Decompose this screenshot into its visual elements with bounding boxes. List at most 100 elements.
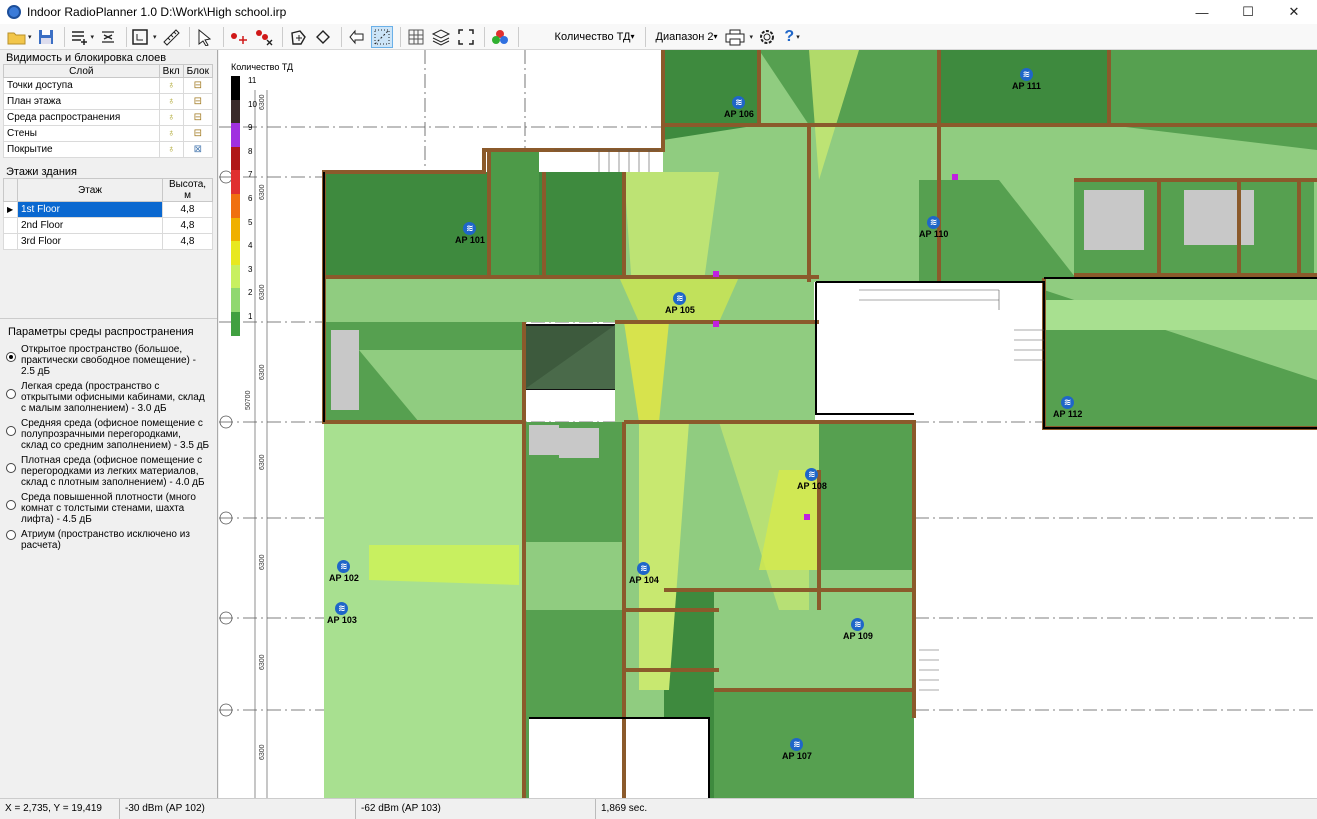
radio-icon[interactable] — [6, 530, 16, 540]
table-row[interactable]: ▶ 1st Floor 4,8 — [3, 201, 213, 218]
grid-dots-icon[interactable] — [370, 25, 393, 48]
open-folder-icon[interactable]: ▾ — [6, 26, 32, 48]
bulb-icon[interactable]: ♁ — [158, 93, 184, 110]
access-point[interactable]: ≋ AP 111 — [1012, 68, 1041, 91]
radio-icon[interactable] — [6, 426, 16, 436]
lock-open-icon[interactable]: ⊟ — [182, 77, 214, 94]
mode-select[interactable]: Количество ТД ▾ — [522, 26, 641, 47]
legend-label: 4 — [248, 241, 253, 251]
table-row[interactable]: Среда распространения ♁ ⊟ — [3, 109, 214, 126]
access-point[interactable]: ≋ AP 106 — [724, 96, 754, 119]
edit-polygon-icon[interactable] — [312, 26, 334, 48]
band-select[interactable]: Диапазон 2 ▾ — [649, 26, 724, 47]
env-option[interactable]: Легкая среда (пространство с открытыми о… — [0, 379, 216, 416]
legend-label: 7 — [248, 170, 253, 180]
bulb-icon[interactable]: ♁ — [158, 125, 184, 142]
access-point[interactable]: ≋ AP 105 — [665, 292, 695, 315]
table-row[interactable]: Покрытие ♁ ⊠ — [3, 141, 214, 158]
chevron-down-icon: ▾ — [713, 32, 718, 41]
access-point[interactable]: ≋ AP 112 — [1053, 396, 1082, 419]
lock-closed-icon[interactable]: ⊠ — [182, 141, 214, 158]
save-icon[interactable] — [35, 26, 57, 48]
fit-icon[interactable] — [455, 26, 477, 48]
table-row[interactable]: Точки доступа ♁ ⊟ — [3, 77, 214, 94]
signal-secondary: -62 dBm (AP 103) — [356, 798, 596, 819]
legend-swatch — [231, 170, 240, 194]
maximize-button[interactable]: ☐ — [1225, 0, 1271, 24]
access-point[interactable]: ≋ AP 101 — [455, 222, 485, 245]
left-panel: Видимость и блокировка слоев Слой Вкл Блок… — [0, 50, 218, 798]
legend-label: 10 — [248, 99, 257, 109]
back-icon[interactable] — [346, 26, 368, 48]
radio-icon[interactable] — [6, 500, 16, 510]
lock-open-icon[interactable]: ⊟ — [182, 93, 214, 110]
select-arrow-icon[interactable] — [194, 26, 216, 48]
legend-label: 3 — [248, 264, 253, 274]
bulb-icon[interactable]: ♁ — [158, 141, 184, 158]
env-option[interactable]: Открытое пространство (большое, практиче… — [0, 342, 216, 379]
table-row[interactable]: Стены ♁ ⊟ — [3, 125, 214, 142]
env-option[interactable]: Средняя среда (офисное помещение с полуп… — [0, 416, 216, 453]
bulb-icon[interactable]: ♁ — [158, 109, 184, 126]
table-row[interactable]: 2nd Floor 4,8 — [3, 217, 213, 234]
wifi-icon: ≋ — [851, 618, 865, 631]
access-point[interactable]: ≋ AP 108 — [797, 468, 827, 491]
radio-icon[interactable] — [6, 389, 16, 399]
access-point[interactable]: ≋ AP 109 — [843, 618, 873, 641]
row-pointer-icon: ▶ — [3, 201, 18, 218]
dimension-label: 6300 — [259, 744, 266, 760]
env-option[interactable]: Плотная среда (офисное помещение с перег… — [0, 453, 216, 490]
add-ap-icon[interactable] — [228, 26, 250, 48]
layers-menu-icon[interactable]: ▾ — [69, 26, 94, 48]
lock-open-icon[interactable]: ⊟ — [182, 109, 214, 126]
dimension-label: 50700 — [245, 390, 252, 410]
distribute-icon[interactable] — [97, 26, 119, 48]
printer-icon[interactable]: ▾ — [724, 26, 753, 48]
add-polygon-icon[interactable] — [287, 26, 309, 48]
ruler-icon[interactable] — [160, 26, 182, 48]
wifi-icon: ≋ — [673, 292, 687, 305]
table-row[interactable]: 3rd Floor 4,8 — [3, 233, 213, 250]
layers-icon[interactable] — [430, 26, 452, 48]
delete-ap-icon[interactable] — [253, 26, 275, 48]
grid-icon[interactable] — [405, 26, 427, 48]
legend-swatch — [231, 288, 240, 312]
color-palette-icon[interactable] — [489, 26, 511, 48]
wifi-icon: ≋ — [637, 562, 651, 575]
close-button[interactable]: ✕ — [1271, 0, 1317, 24]
status-bar: X = 2,735, Y = 19,419 -30 dBm (AP 102) -… — [0, 798, 1317, 819]
env-option[interactable]: Атриум (пространство исключено из расчет… — [0, 527, 216, 553]
minimize-button[interactable]: — — [1179, 0, 1225, 24]
access-point[interactable]: ≋ AP 102 — [329, 560, 359, 583]
env-radio-group: Открытое пространство (большое, практиче… — [0, 342, 216, 553]
access-point[interactable]: ≋ AP 103 — [327, 602, 357, 625]
floor-plan-icon[interactable]: ▾ — [131, 26, 157, 48]
env-option[interactable]: Среда повышенной плотности (много комнат… — [0, 490, 216, 527]
floor-plan-canvas[interactable]: 6300 6300 6300 6300 6300 6300 6300 6300 … — [219, 50, 1317, 798]
radio-selected-icon[interactable] — [6, 352, 16, 362]
bulb-icon[interactable]: ♁ — [158, 77, 184, 94]
col-height: Высота, м — [162, 178, 213, 202]
legend-label: 9 — [248, 123, 253, 133]
wifi-icon: ≋ — [805, 468, 819, 481]
table-row[interactable]: План этажа ♁ ⊟ — [3, 93, 214, 110]
coverage-map: 6300 6300 6300 6300 6300 6300 6300 6300 … — [219, 50, 1317, 798]
help-icon[interactable]: ? ▾ — [781, 26, 803, 48]
signal-primary: -30 dBm (AP 102) — [120, 798, 356, 819]
access-point[interactable]: ≋ AP 104 — [629, 562, 659, 585]
legend-title: Количество ТД — [231, 62, 294, 72]
access-point[interactable]: ≋ AP 110 — [919, 216, 948, 239]
lock-open-icon[interactable]: ⊟ — [182, 125, 214, 142]
legend-label: 11 — [248, 76, 257, 85]
legend-swatch — [231, 264, 240, 289]
access-point[interactable]: ≋ AP 107 — [782, 738, 812, 761]
chevron-down-icon: ▾ — [630, 32, 635, 41]
legend-swatch — [231, 311, 240, 336]
wifi-icon: ≋ — [1061, 396, 1075, 409]
wifi-icon: ≋ — [1019, 68, 1033, 81]
radio-icon[interactable] — [6, 463, 16, 473]
floors-table: Этаж Высота, м ▶ 1st Floor 4,8 2nd Floor 4,8… — [3, 178, 213, 250]
wifi-icon: ≋ — [463, 222, 477, 235]
dimension-label: 6300 — [259, 654, 266, 670]
settings-icon[interactable] — [756, 26, 778, 48]
